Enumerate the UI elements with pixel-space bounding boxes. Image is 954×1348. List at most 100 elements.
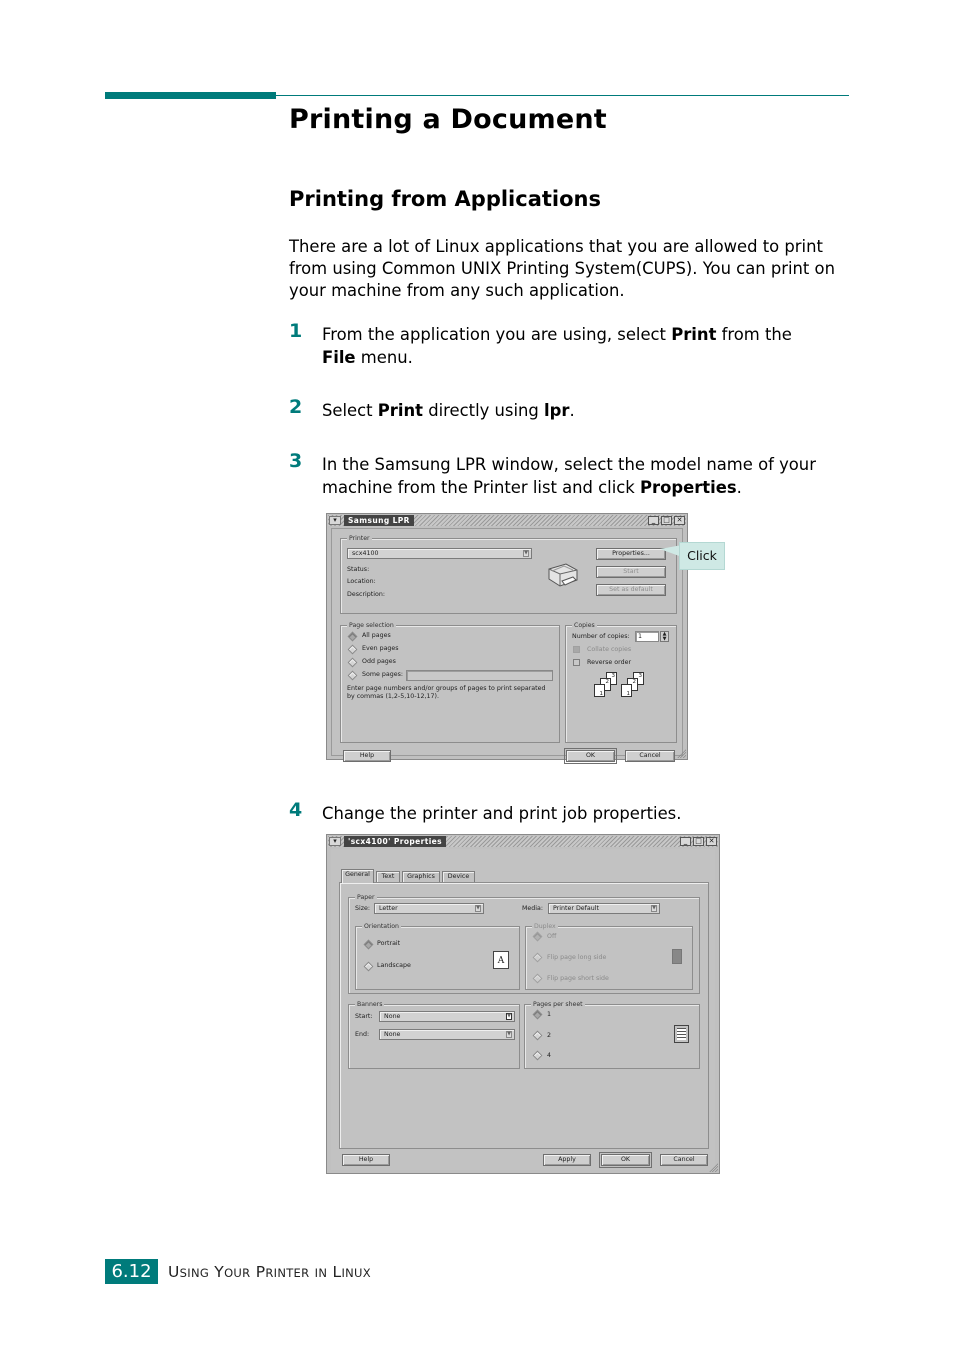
copies-spinner[interactable]: ▲ ▼ bbox=[660, 631, 669, 642]
collate-checkbox[interactable] bbox=[573, 646, 580, 653]
dropdown-arrow-icon: ▼ bbox=[475, 905, 481, 912]
help-button[interactable]: Help bbox=[342, 1154, 390, 1166]
step-number: 2 bbox=[289, 396, 303, 418]
banners-frame: Banners Start: None ▼ End: None ▼ bbox=[348, 1000, 520, 1069]
option-label: 1 bbox=[547, 1011, 552, 1018]
frame-label: Orientation bbox=[362, 922, 401, 931]
resize-grip[interactable] bbox=[709, 1163, 718, 1172]
some-pages-input[interactable] bbox=[406, 670, 553, 681]
click-callout: Click bbox=[679, 542, 725, 570]
maximize-icon[interactable]: □ bbox=[693, 837, 704, 846]
radio-flip-long[interactable] bbox=[532, 952, 543, 963]
step-number: 4 bbox=[289, 799, 303, 821]
copies-input[interactable]: 1 bbox=[635, 631, 659, 642]
close-icon[interactable]: ✕ bbox=[706, 837, 717, 846]
tab-device[interactable]: Device bbox=[442, 871, 475, 882]
cancel-button[interactable]: Cancel bbox=[625, 750, 675, 762]
step-text: Change the printer and print job propert… bbox=[322, 804, 682, 823]
option-label: Flip page long side bbox=[547, 954, 607, 961]
tab-graphics[interactable]: Graphics bbox=[402, 871, 440, 882]
start-button[interactable]: Start bbox=[596, 566, 666, 578]
samsung-lpr-window: ▾ Samsung LPR _ □ ✕ Printer scx4100 ▼ St… bbox=[326, 513, 688, 764]
tab-general[interactable]: General bbox=[341, 869, 374, 883]
window-titlebar[interactable]: ▾ Samsung LPR _ □ ✕ bbox=[328, 515, 686, 526]
size-select[interactable]: Letter ▼ bbox=[374, 903, 484, 914]
tab-text[interactable]: Text bbox=[376, 871, 400, 882]
ok-button[interactable]: OK bbox=[564, 748, 617, 764]
chapter-title: USING YOUR PRINTER IN LINUX bbox=[168, 1263, 371, 1281]
radio-even-pages[interactable] bbox=[347, 644, 358, 655]
pages-per-sheet-frame: Pages per sheet 1 2 4 bbox=[524, 1000, 700, 1069]
frame-label: Pages per sheet bbox=[531, 1000, 585, 1009]
frame-label: Paper bbox=[355, 893, 377, 902]
apply-button[interactable]: Apply bbox=[543, 1154, 591, 1166]
window-menu-icon[interactable]: ▾ bbox=[329, 837, 341, 846]
copies-label: Number of copies: bbox=[572, 633, 630, 640]
option-label: 2 bbox=[547, 1032, 552, 1039]
frame-label: Banners bbox=[355, 1000, 385, 1009]
window-menu-icon[interactable]: ▾ bbox=[329, 516, 341, 525]
duplex-preview-icon bbox=[672, 949, 682, 964]
page-number: 6.12 bbox=[105, 1259, 158, 1284]
window-body: General Text Graphics Device Paper Size:… bbox=[331, 849, 715, 1170]
frame-label: Duplex bbox=[532, 922, 558, 931]
window-titlebar[interactable]: ▾ 'scx4100' Properties _ □ ✕ bbox=[328, 836, 718, 847]
banner-end-select[interactable]: None ▼ bbox=[379, 1029, 515, 1040]
radio-portrait[interactable] bbox=[363, 939, 374, 950]
orientation-preview-icon: A bbox=[493, 951, 509, 969]
option-label: Some pages: bbox=[362, 671, 403, 678]
duplex-frame: Duplex Off Flip page long side Flip page… bbox=[525, 922, 693, 990]
printer-select[interactable]: scx4100 ▼ bbox=[347, 548, 532, 559]
radio-odd-pages[interactable] bbox=[347, 657, 358, 668]
media-select[interactable]: Printer Default ▼ bbox=[548, 903, 660, 914]
printer-icon bbox=[548, 563, 578, 587]
dropdown-arrow-icon: ▼ bbox=[651, 905, 657, 912]
step-number: 3 bbox=[289, 450, 303, 472]
dropdown-arrow-icon: ▼ bbox=[523, 550, 529, 557]
printer-frame: Printer scx4100 ▼ Status: Location: Desc… bbox=[340, 534, 677, 614]
radio-pages-4[interactable] bbox=[532, 1050, 543, 1061]
option-label: 4 bbox=[547, 1052, 552, 1059]
frame-label: Printer bbox=[347, 534, 372, 543]
dropdown-arrow-icon: ▼ bbox=[506, 1031, 512, 1038]
header-rule-accent bbox=[105, 92, 276, 99]
radio-pages-1[interactable] bbox=[532, 1009, 543, 1020]
reverse-label: Reverse order bbox=[587, 659, 632, 666]
size-label: Size: bbox=[355, 905, 371, 912]
start-label: Start: bbox=[355, 1013, 373, 1020]
window-body: Printer scx4100 ▼ Status: Location: Desc… bbox=[331, 528, 683, 764]
status-label: Status: bbox=[347, 566, 370, 573]
ok-button[interactable]: OK bbox=[599, 1152, 652, 1168]
dropdown-arrow-icon: ▼ bbox=[506, 1013, 512, 1020]
radio-duplex-off[interactable] bbox=[532, 931, 543, 942]
option-label: All pages bbox=[362, 632, 391, 639]
header-rule bbox=[276, 95, 849, 96]
minimize-icon[interactable]: _ bbox=[648, 516, 659, 525]
option-label: Off bbox=[547, 933, 557, 940]
location-label: Location: bbox=[347, 578, 376, 585]
page-hint: Enter page numbers and/or groups of page… bbox=[347, 685, 546, 700]
resize-grip[interactable] bbox=[677, 749, 686, 758]
option-label: Odd pages bbox=[362, 658, 396, 665]
radio-pages-2[interactable] bbox=[532, 1030, 543, 1041]
minimize-icon[interactable]: _ bbox=[680, 837, 691, 846]
reverse-order-checkbox[interactable] bbox=[573, 659, 580, 666]
help-button[interactable]: Help bbox=[343, 750, 391, 762]
radio-flip-short[interactable] bbox=[532, 973, 543, 984]
radio-some-pages[interactable] bbox=[347, 670, 358, 681]
radio-all-pages[interactable] bbox=[347, 631, 358, 642]
option-label: Even pages bbox=[362, 645, 399, 652]
paper-frame: Paper Size: Letter ▼ Media: Printer Defa… bbox=[348, 893, 700, 994]
media-label: Media: bbox=[522, 905, 544, 912]
maximize-icon[interactable]: □ bbox=[661, 516, 672, 525]
cancel-button[interactable]: Cancel bbox=[660, 1154, 708, 1166]
description-label: Description: bbox=[347, 591, 385, 598]
set-as-default-button[interactable]: Set as default bbox=[596, 584, 666, 596]
close-icon[interactable]: ✕ bbox=[674, 516, 685, 525]
frame-label: Copies bbox=[572, 621, 597, 630]
radio-landscape[interactable] bbox=[363, 961, 374, 972]
properties-button[interactable]: Properties... bbox=[596, 548, 666, 560]
step-text: Select Print directly using lpr. bbox=[322, 401, 575, 420]
banner-start-select[interactable]: None ▼ bbox=[379, 1011, 515, 1022]
collate-label: Collate copies bbox=[587, 646, 632, 653]
